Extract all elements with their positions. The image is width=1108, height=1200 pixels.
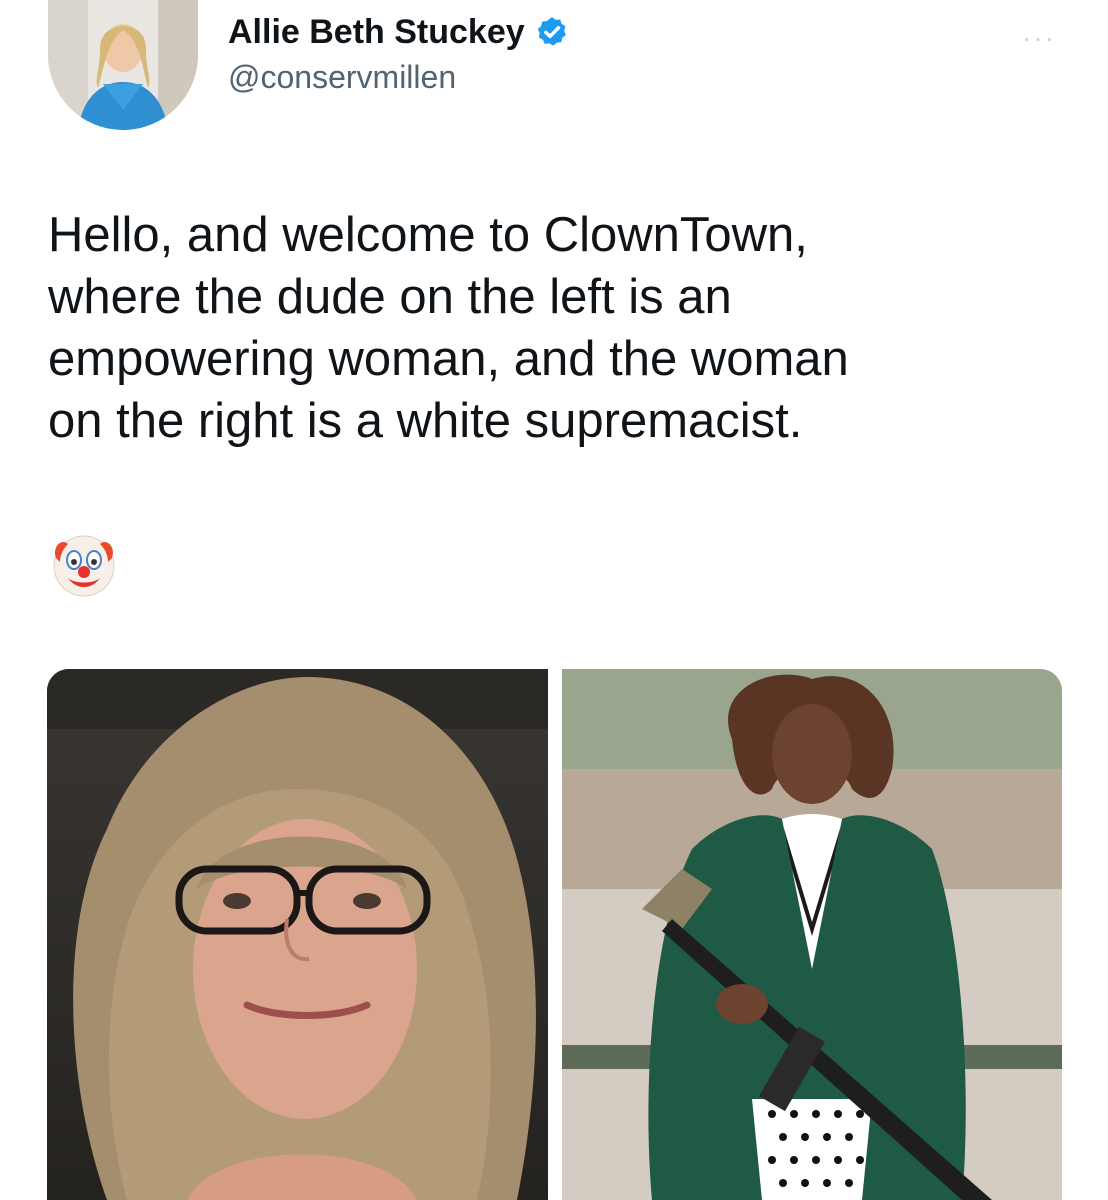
media-photo-left[interactable]	[47, 669, 548, 1200]
tweet-card: Allie Beth Stuckey @conservmillen ··· He…	[0, 0, 1108, 1200]
tweet-text: Hello, and welcome to ClownTown, where t…	[48, 208, 849, 448]
display-name-row: Allie Beth Stuckey	[228, 12, 569, 52]
tweet-media[interactable]	[47, 669, 1062, 1200]
author-handle[interactable]: @conservmillen	[228, 58, 569, 96]
more-options-icon[interactable]: ···	[1022, 22, 1056, 54]
media-photo-right[interactable]	[562, 669, 1062, 1200]
display-name[interactable]: Allie Beth Stuckey	[228, 12, 525, 52]
verified-badge-icon	[535, 15, 569, 49]
author-info: Allie Beth Stuckey @conservmillen	[228, 12, 569, 96]
clown-face-icon	[50, 532, 118, 598]
author-avatar[interactable]	[48, 0, 198, 130]
